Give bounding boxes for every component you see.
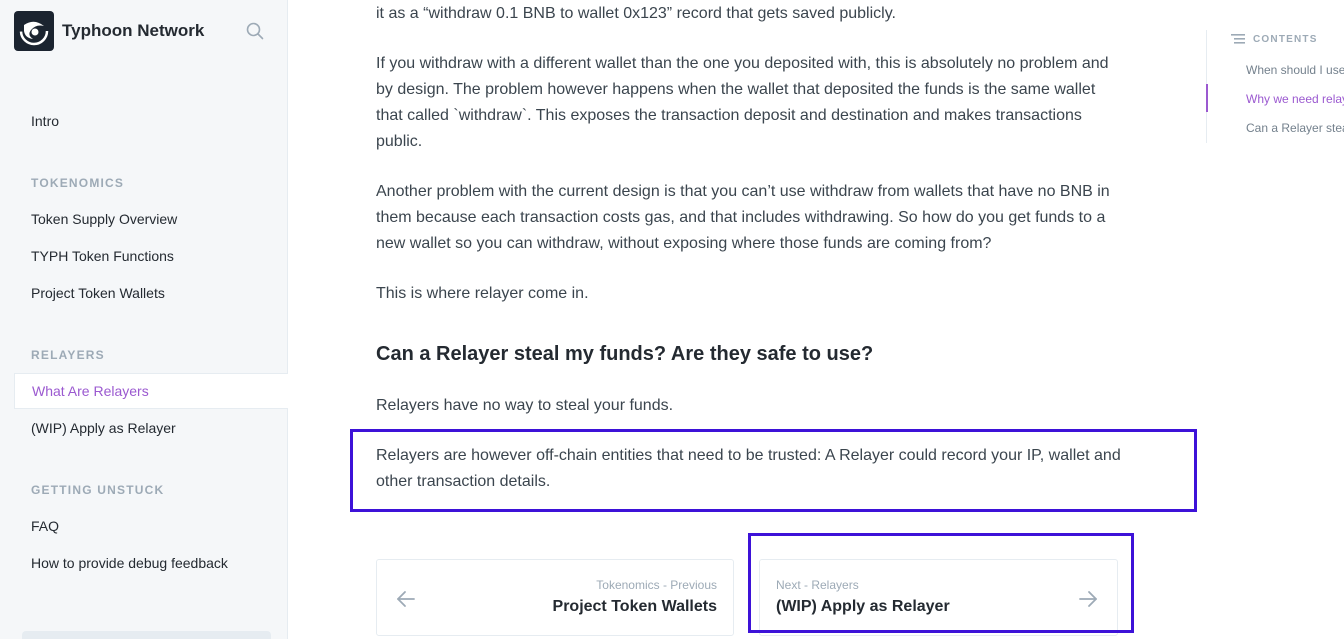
brand-name: Typhoon Network bbox=[62, 21, 205, 40]
search-button[interactable] bbox=[244, 20, 266, 42]
arrow-left-icon bbox=[397, 591, 415, 607]
sidebar-item-typh-token-functions[interactable]: TYPH Token Functions bbox=[14, 238, 288, 274]
sidebar: Typhoon Network Intro TOKENOMICS Token S… bbox=[0, 0, 288, 639]
toc-item-active[interactable]: Why we need relayers bbox=[1246, 92, 1344, 106]
list-icon bbox=[1231, 34, 1245, 44]
highlight-box bbox=[748, 533, 1134, 633]
sidebar-item-what-are-relayers[interactable]: What Are Relayers bbox=[14, 373, 288, 409]
toc-title: CONTENTS bbox=[1253, 33, 1318, 45]
sidebar-item-token-supply-overview[interactable]: Token Supply Overview bbox=[14, 201, 288, 237]
highlight-box bbox=[350, 429, 1197, 512]
paragraph: If you withdraw with a different wallet … bbox=[376, 55, 1109, 150]
sidebar-section-relayers: RELAYERS bbox=[31, 348, 105, 362]
paragraph: Relayers have no way to steal your funds… bbox=[376, 397, 674, 414]
table-of-contents: CONTENTS When should I use a relayer? Wh… bbox=[1206, 30, 1344, 143]
section-heading: Can a Relayer steal my funds? Are they s… bbox=[376, 343, 874, 365]
sidebar-item-apply-as-relayer[interactable]: (WIP) Apply as Relayer bbox=[14, 410, 288, 446]
sidebar-section-tokenomics: TOKENOMICS bbox=[31, 176, 125, 190]
previous-title: Project Token Wallets bbox=[552, 598, 717, 615]
toc-active-indicator bbox=[1206, 84, 1208, 112]
previous-page-card[interactable]: Tokenomics - Previous Project Token Wall… bbox=[376, 559, 734, 636]
paragraph: This is where relayer come in. bbox=[376, 285, 589, 302]
sidebar-item-intro[interactable]: Intro bbox=[14, 103, 288, 139]
sidebar-section-getting-unstuck: GETTING UNSTUCK bbox=[31, 483, 165, 497]
sidebar-item-faq[interactable]: FAQ bbox=[14, 508, 288, 544]
search-icon bbox=[246, 22, 264, 40]
brand[interactable]: Typhoon Network bbox=[14, 11, 204, 51]
toc-header: CONTENTS bbox=[1231, 33, 1318, 45]
sidebar-item-debug-feedback[interactable]: How to provide debug feedback bbox=[14, 545, 288, 581]
typhoon-logo-icon bbox=[14, 11, 54, 51]
sidebar-footer-card[interactable] bbox=[22, 631, 271, 639]
sidebar-item-project-token-wallets[interactable]: Project Token Wallets bbox=[14, 275, 288, 311]
previous-kicker: Tokenomics - Previous bbox=[596, 578, 717, 592]
paragraph: it as a “withdraw 0.1 BNB to wallet 0x12… bbox=[376, 5, 896, 22]
toc-item[interactable]: When should I use a relayer? bbox=[1246, 63, 1344, 77]
paragraph: Another problem with the current design … bbox=[376, 183, 1110, 252]
toc-item[interactable]: Can a Relayer steal my funds? bbox=[1246, 121, 1344, 135]
